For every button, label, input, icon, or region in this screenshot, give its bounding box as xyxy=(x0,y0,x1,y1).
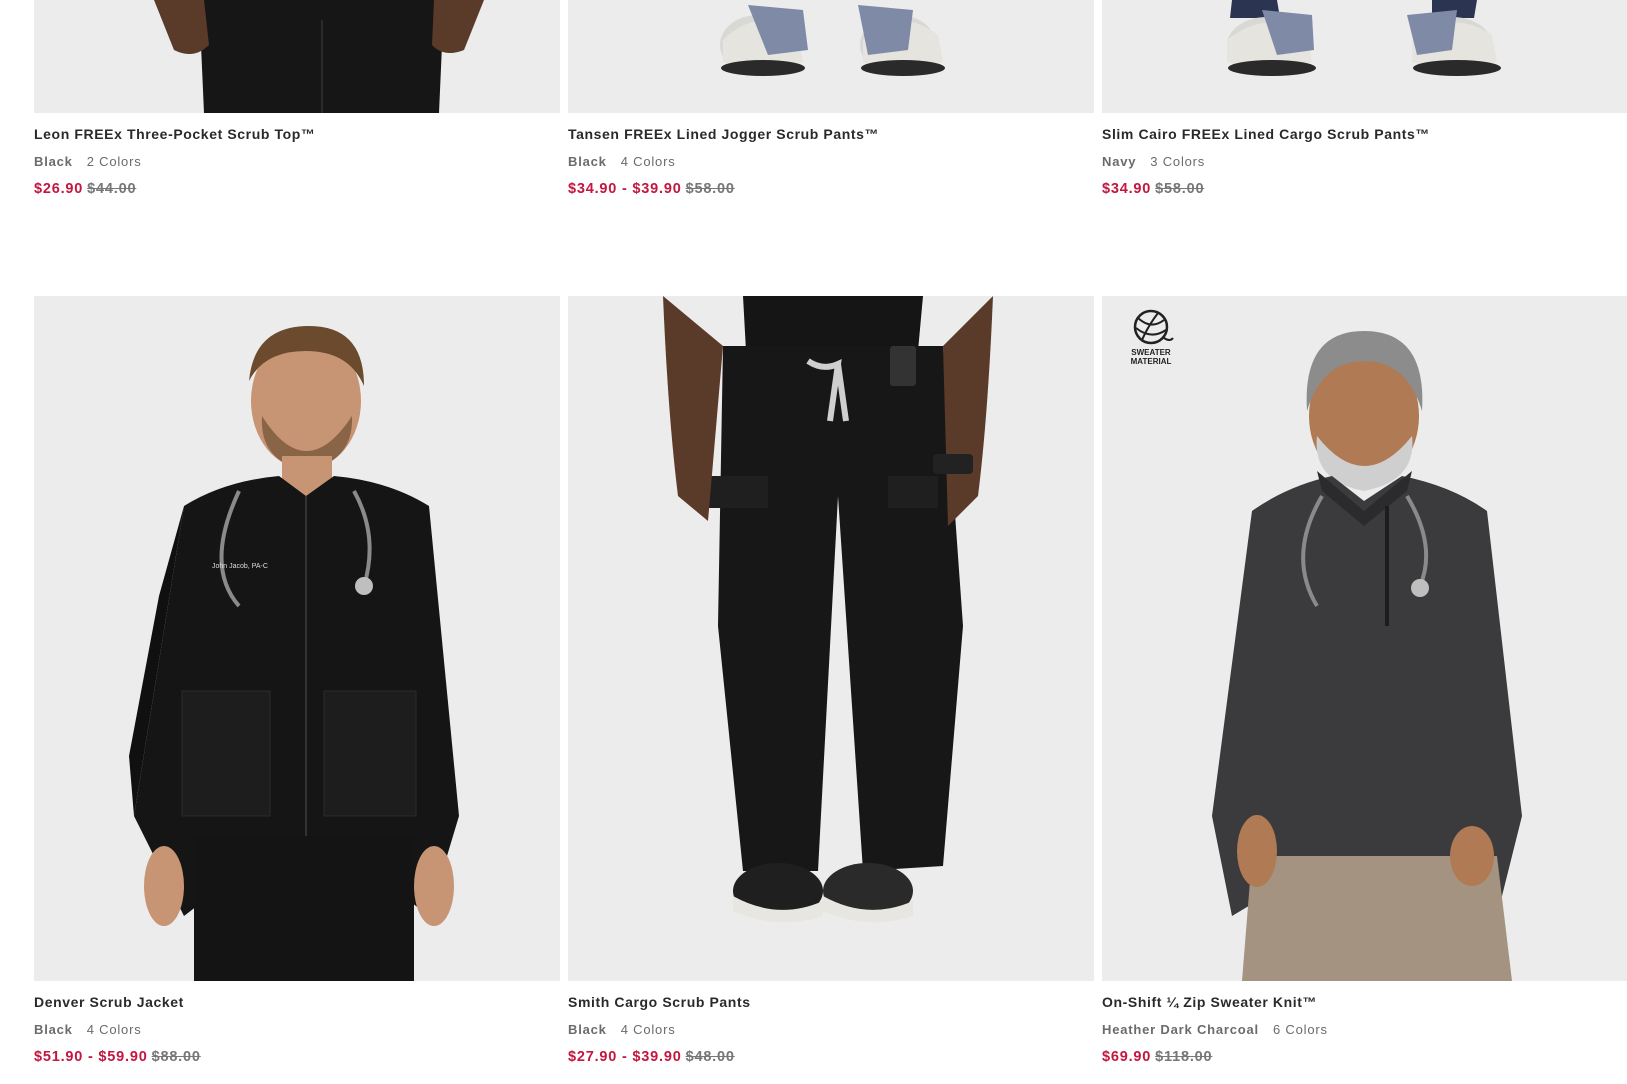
svg-text:John Jacob, PA-C: John Jacob, PA-C xyxy=(212,563,268,570)
product-title[interactable]: Leon FREEx Three-Pocket Scrub Top™ xyxy=(34,126,560,142)
product-image[interactable] xyxy=(568,296,1094,981)
product-card[interactable]: Smith Cargo Scrub Pants Black 4 Colors $2… xyxy=(568,296,1094,1065)
product-title[interactable]: Denver Scrub Jacket xyxy=(34,994,560,1010)
color-count[interactable]: 4 Colors xyxy=(87,1022,142,1037)
selected-color: Black xyxy=(568,1022,607,1037)
color-count[interactable]: 4 Colors xyxy=(621,154,676,169)
yarn-ball-icon xyxy=(1133,309,1174,345)
original-price: $58.00 xyxy=(685,181,735,197)
selected-color: Navy xyxy=(1102,154,1137,169)
selected-color: Black xyxy=(568,154,607,169)
color-count[interactable]: 3 Colors xyxy=(1150,154,1205,169)
sale-price: $69.90 xyxy=(1102,1049,1152,1065)
product-image[interactable]: John Jacob, PA-C xyxy=(34,296,560,981)
selected-color: Black xyxy=(34,1022,73,1037)
original-price: $88.00 xyxy=(151,1049,201,1065)
selected-color: Black xyxy=(34,154,73,169)
original-price: $58.00 xyxy=(1155,181,1205,197)
product-card[interactable]: Tansen FREEx Lined Jogger Scrub Pants™ B… xyxy=(568,0,1094,197)
color-count[interactable]: 4 Colors xyxy=(621,1022,676,1037)
sale-price: $51.90 - $59.90 xyxy=(34,1049,148,1065)
sale-price: $26.90 xyxy=(34,181,84,197)
sale-price: $27.90 - $39.90 xyxy=(568,1049,682,1065)
product-image[interactable]: SWEATER MATERIAL xyxy=(1102,296,1627,981)
product-card[interactable]: Slim Cairo FREEx Lined Cargo Scrub Pants… xyxy=(1102,0,1627,197)
product-card[interactable]: SWEATER MATERIAL On-Shift ¼ Zip Sweater … xyxy=(1102,296,1627,1065)
original-price: $48.00 xyxy=(685,1049,735,1065)
product-image[interactable] xyxy=(34,0,560,113)
sweater-material-badge: SWEATER MATERIAL xyxy=(1128,308,1174,366)
color-count[interactable]: 2 Colors xyxy=(87,154,142,169)
product-title[interactable]: Smith Cargo Scrub Pants xyxy=(568,994,1094,1010)
color-count[interactable]: 6 Colors xyxy=(1273,1022,1328,1037)
selected-color: Heather Dark Charcoal xyxy=(1102,1022,1259,1037)
sale-price: $34.90 - $39.90 xyxy=(568,181,682,197)
sale-price: $34.90 xyxy=(1102,181,1152,197)
original-price: $118.00 xyxy=(1155,1049,1213,1065)
badge-line-2: MATERIAL xyxy=(1130,357,1172,366)
badge-line-1: SWEATER xyxy=(1131,348,1171,357)
product-title[interactable]: On-Shift ¼ Zip Sweater Knit™ xyxy=(1102,994,1627,1010)
product-image[interactable] xyxy=(1102,0,1627,113)
original-price: $44.00 xyxy=(87,181,137,197)
product-card[interactable]: Leon FREEx Three-Pocket Scrub Top™ Black… xyxy=(34,0,560,197)
product-title[interactable]: Tansen FREEx Lined Jogger Scrub Pants™ xyxy=(568,126,1094,142)
product-title[interactable]: Slim Cairo FREEx Lined Cargo Scrub Pants… xyxy=(1102,126,1627,142)
product-card[interactable]: John Jacob, PA-C Denver Scrub Jacket Bla… xyxy=(34,296,560,1065)
product-image[interactable] xyxy=(568,0,1094,113)
